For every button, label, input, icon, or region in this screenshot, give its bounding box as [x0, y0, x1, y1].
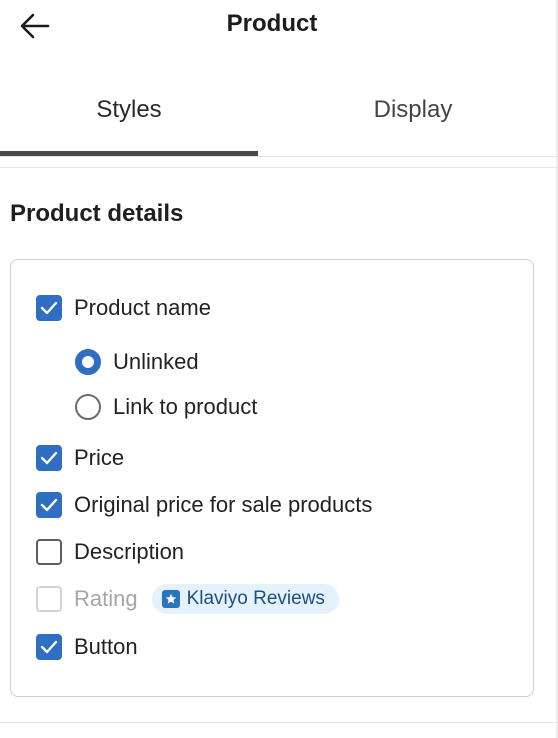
page-title: Product [226, 10, 318, 37]
button-checkbox[interactable] [36, 634, 62, 660]
product-name-label: Product name [74, 295, 211, 320]
divider [0, 722, 558, 723]
badge-label: Klaviyo Reviews [186, 588, 325, 609]
rating-checkbox [36, 586, 62, 612]
description-label: Description [74, 539, 185, 564]
checkmark-icon [40, 451, 58, 465]
star-review-icon [161, 590, 180, 608]
divider [0, 167, 558, 168]
rating-option: Rating Klaviyo Reviews [36, 584, 339, 614]
link-to-product-option[interactable]: Link to product [75, 392, 257, 422]
product-name-option[interactable]: Product name [36, 293, 211, 323]
product-name-checkbox[interactable] [36, 295, 62, 321]
description-option[interactable]: Description [36, 537, 184, 567]
price-option[interactable]: Price [36, 443, 124, 473]
tab-bar: Styles Display [0, 80, 558, 157]
rating-label: Rating [74, 586, 138, 611]
tab-display[interactable]: Display [284, 80, 542, 156]
product-details-card: Product name Unlinked Link to product Pr… [10, 259, 534, 697]
checkmark-icon [40, 301, 58, 315]
price-checkbox[interactable] [36, 445, 62, 471]
tab-styles[interactable]: Styles [0, 80, 258, 156]
description-checkbox[interactable] [36, 539, 62, 565]
link-to-product-label: Link to product [113, 394, 258, 419]
header: Product [0, 0, 558, 56]
checkmark-icon [40, 640, 58, 654]
unlinked-label: Unlinked [113, 349, 199, 374]
unlinked-option[interactable]: Unlinked [75, 347, 199, 377]
checkmark-icon [40, 498, 58, 512]
button-option[interactable]: Button [36, 632, 138, 662]
original-price-checkbox[interactable] [36, 492, 62, 518]
section-title: Product details [10, 200, 184, 227]
klaviyo-reviews-badge: Klaviyo Reviews [151, 584, 339, 614]
link-to-product-radio[interactable] [75, 394, 101, 420]
original-price-label: Original price for sale products [74, 492, 373, 517]
price-label: Price [74, 445, 125, 470]
button-label: Button [74, 634, 138, 659]
original-price-option[interactable]: Original price for sale products [36, 490, 372, 520]
unlinked-radio[interactable] [75, 349, 101, 375]
